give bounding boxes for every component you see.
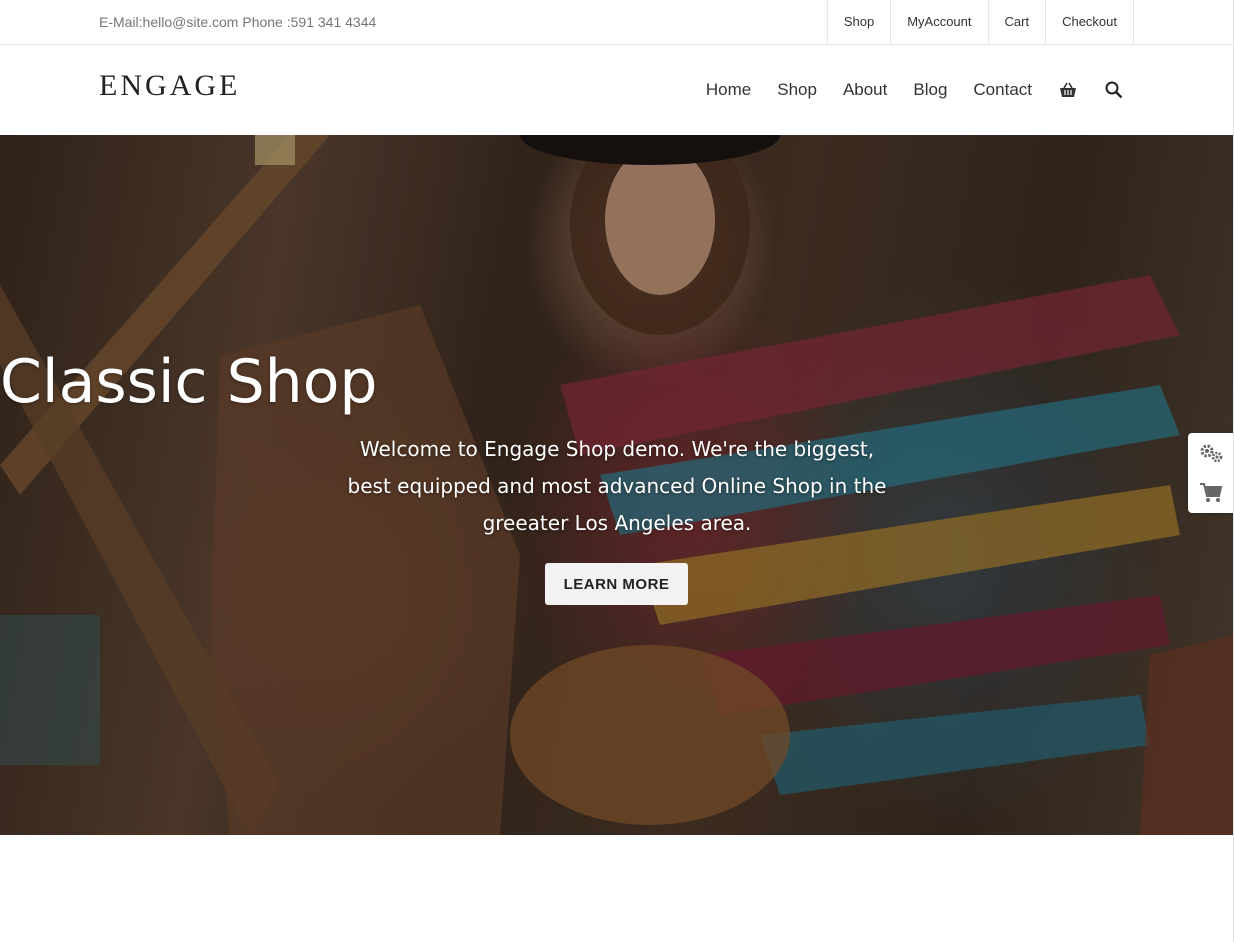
nav-home[interactable]: Home <box>706 80 751 100</box>
hero-banner: Classic Shop Welcome to Engage Shop demo… <box>0 135 1233 835</box>
top-links: Shop MyAccount Cart Checkout <box>826 0 1134 44</box>
site-header: ENGAGE Home Shop About Blog Contact <box>0 45 1234 135</box>
learn-more-button[interactable]: LEARN MORE <box>545 563 688 605</box>
main-nav: Home Shop About Blog Contact <box>680 45 1124 135</box>
nav-shop[interactable]: Shop <box>777 80 817 100</box>
contact-info: E-Mail:hello@site.com Phone :591 341 434… <box>99 14 377 30</box>
top-link-shop[interactable]: Shop <box>828 0 892 44</box>
top-link-cart[interactable]: Cart <box>989 0 1047 44</box>
gears-icon[interactable] <box>1188 433 1234 473</box>
cart-icon[interactable] <box>1188 473 1234 513</box>
nav-contact[interactable]: Contact <box>973 80 1032 100</box>
nav-blog[interactable]: Blog <box>913 80 947 100</box>
site-logo[interactable]: ENGAGE <box>99 69 240 103</box>
hero-description: Welcome to Engage Shop demo. We're the b… <box>347 437 887 535</box>
search-icon[interactable] <box>1104 80 1124 100</box>
side-widget <box>1188 433 1234 513</box>
top-link-myaccount[interactable]: MyAccount <box>891 0 989 44</box>
hero-title: Classic Shop <box>0 347 378 417</box>
top-bar: E-Mail:hello@site.com Phone :591 341 434… <box>0 0 1234 45</box>
nav-about[interactable]: About <box>843 80 887 100</box>
top-link-checkout[interactable]: Checkout <box>1046 0 1134 44</box>
basket-icon[interactable] <box>1058 80 1078 100</box>
